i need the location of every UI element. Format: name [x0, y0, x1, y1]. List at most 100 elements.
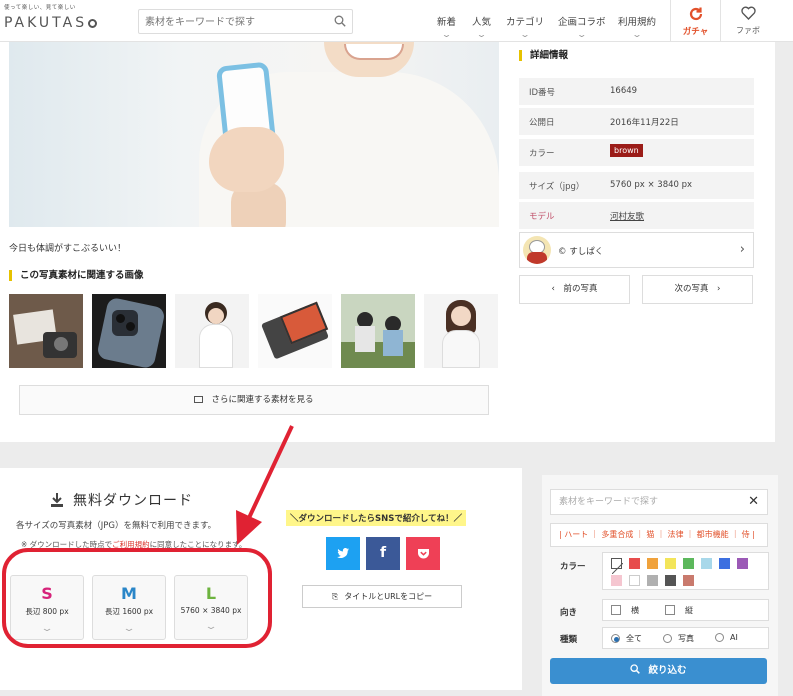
detail-row-color: カラー brown — [519, 139, 754, 166]
author-card[interactable]: © すしぱく › — [519, 232, 754, 268]
swatch-red[interactable] — [629, 558, 640, 569]
related-thumb[interactable] — [175, 294, 249, 368]
copy-url-button[interactable]: ⎘ タイトルとURLをコピー — [302, 585, 462, 608]
filter-search-placeholder: 素材をキーワードで探す — [559, 497, 659, 507]
filter-tag-list[interactable]: | ハート ｜ 多重合成 ｜ 猫 ｜ 法律 ｜ 都市機能 ｜ 侍 | — [550, 523, 768, 547]
swatch-white[interactable] — [629, 575, 640, 586]
search-icon — [630, 658, 641, 684]
type-all-label: 全て — [626, 634, 642, 643]
orientation-landscape[interactable]: 横 — [611, 605, 639, 616]
nav-popular-label: 人気 — [472, 17, 492, 28]
model-link[interactable]: 河村友歌 — [610, 210, 644, 222]
download-title: 無料ダウンロード — [51, 490, 193, 510]
next-photo-button[interactable]: 次の写真 › — [642, 275, 753, 304]
logo-tagline: 使って楽しい、見て楽しい — [4, 5, 76, 11]
swatch-blue[interactable] — [719, 558, 730, 569]
detail-row-size: サイズ（jpg） 5760 px × 3840 px — [519, 172, 754, 199]
detail-row-model: モデル 河村友歌 — [519, 202, 754, 229]
swatch-lightblue[interactable] — [701, 558, 712, 569]
color-label: カラー — [560, 562, 586, 572]
orientation-label: 向き — [560, 608, 578, 618]
details-heading: 詳細情報 — [519, 50, 568, 61]
swatch-none[interactable] — [611, 558, 624, 575]
swatch-green[interactable] — [683, 558, 694, 569]
pocket-share-button[interactable] — [406, 537, 440, 570]
related-thumb[interactable] — [9, 294, 83, 368]
filter-sidebar: 素材をキーワードで探す ✕ | ハート ｜ 多重合成 ｜ 猫 ｜ 法律 ｜ 都市… — [542, 475, 778, 696]
logo-o-icon — [88, 19, 98, 28]
site-logo[interactable]: 使って楽しい、見て楽しい PAKUTAS — [4, 3, 116, 39]
radio-selected[interactable] — [611, 634, 620, 643]
radio[interactable] — [715, 633, 724, 642]
chevron-right-icon: › — [739, 242, 745, 257]
nav-new[interactable]: 新着 ⌄ — [437, 14, 456, 39]
nav-category[interactable]: カテゴリ ⌄ — [506, 14, 544, 39]
photo-hand — [209, 127, 284, 192]
orientation-portrait-label: 縦 — [685, 606, 693, 615]
related-thumb[interactable] — [92, 294, 166, 368]
facebook-icon: f — [379, 545, 387, 561]
favorite-button[interactable]: ファボ — [720, 0, 775, 42]
swatch-gray[interactable] — [647, 575, 658, 586]
chevron-down-icon: ⌄ — [631, 30, 643, 39]
detail-key: 公開日 — [529, 118, 555, 128]
detail-value: 5760 px × 3840 px — [610, 180, 693, 190]
type-photo[interactable]: 写真 — [663, 633, 694, 644]
nav-popular[interactable]: 人気 ⌄ — [472, 14, 491, 39]
radio[interactable] — [663, 634, 672, 643]
checkbox[interactable] — [611, 605, 621, 615]
main-photo[interactable] — [9, 42, 499, 227]
related-thumb[interactable] — [258, 294, 332, 368]
filter-submit-label: 絞り込む — [648, 665, 687, 676]
prev-photo-button[interactable]: ‹ 前の写真 — [519, 275, 630, 304]
orientation-options: 横 縦 — [602, 599, 769, 621]
related-heading: この写真素材に関連する画像 — [9, 270, 144, 281]
filter-search-input[interactable]: 素材をキーワードで探す ✕ — [550, 489, 768, 515]
search-icon[interactable] — [334, 15, 346, 27]
header-search[interactable] — [138, 9, 353, 34]
detail-key: サイズ（jpg） — [529, 182, 585, 192]
swatch-yellow[interactable] — [665, 558, 676, 569]
nav-collab[interactable]: 企画コラボ ⌄ — [558, 14, 606, 39]
color-swatches — [602, 552, 769, 590]
close-icon[interactable]: ✕ — [748, 490, 759, 514]
checkbox[interactable] — [665, 605, 675, 615]
related-thumb[interactable] — [341, 294, 415, 368]
orientation-landscape-label: 横 — [631, 606, 639, 615]
search-input[interactable] — [139, 11, 319, 34]
swatch-purple[interactable] — [737, 558, 748, 569]
copy-url-label: タイトルとURLをコピー — [344, 592, 433, 601]
orientation-portrait[interactable]: 縦 — [665, 605, 693, 616]
related-thumb[interactable] — [424, 294, 498, 368]
chevron-down-icon: ⌄ — [476, 30, 487, 39]
author-name: © すしぱく — [558, 247, 604, 257]
refresh-icon — [689, 7, 703, 21]
image-icon — [194, 396, 204, 403]
twitter-share-button[interactable] — [326, 537, 360, 570]
color-badge[interactable]: brown — [610, 144, 643, 157]
download-title-text: 無料ダウンロード — [73, 493, 193, 509]
gacha-button[interactable]: ガチャ — [670, 0, 720, 42]
type-ai-label: AI — [730, 633, 738, 642]
twitter-icon — [337, 547, 349, 559]
nav-terms[interactable]: 利用規約 ⌄ — [618, 14, 656, 39]
type-photo-label: 写真 — [678, 634, 694, 643]
swatch-brown[interactable] — [683, 575, 694, 586]
swatch-pink[interactable] — [611, 575, 622, 586]
download-description: 各サイズの写真素材（JPG）を無料で利用できます。 — [16, 521, 217, 531]
highlight-circle — [2, 548, 272, 648]
filter-submit-button[interactable]: 絞り込む — [550, 658, 767, 684]
detail-row-id: ID番号 16649 — [519, 78, 754, 105]
gacha-label: ガチャ — [682, 27, 709, 37]
type-all[interactable]: 全て — [611, 633, 642, 644]
swatch-orange[interactable] — [647, 558, 658, 569]
chevron-down-icon: ⌄ — [441, 30, 452, 39]
detail-row-date: 公開日 2016年11月22日 — [519, 108, 754, 135]
logo-text: PAKUTAS — [4, 15, 88, 31]
swatch-black[interactable] — [665, 575, 676, 586]
nav-new-label: 新着 — [437, 17, 457, 28]
type-ai[interactable]: AI — [715, 633, 738, 642]
photo-detail-panel: 今日も体調がすこぶるいい！ この写真素材に関連する画像 さらに関連する素材を見る… — [0, 42, 775, 442]
facebook-share-button[interactable]: f — [366, 537, 400, 570]
more-related-button[interactable]: さらに関連する素材を見る — [19, 385, 489, 415]
